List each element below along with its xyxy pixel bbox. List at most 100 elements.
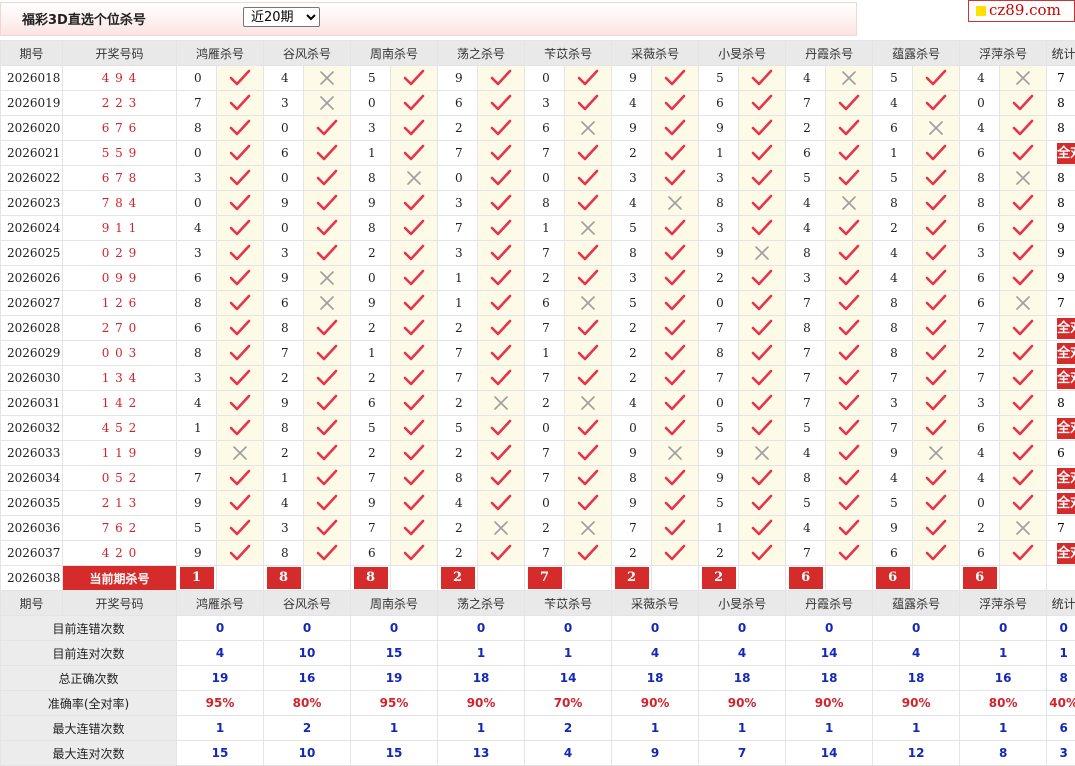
summary-value: 2 (525, 716, 612, 741)
header-expert[interactable]: 鸿雁杀号 (177, 41, 264, 66)
header-expert[interactable]: 鸿雁杀号 (177, 591, 264, 616)
stat-value: 6 (1057, 446, 1065, 460)
header-expert[interactable]: 丹霞杀号 (786, 41, 873, 66)
summary-value: 12 (873, 741, 960, 766)
kill-number-cell: 2 (960, 516, 1000, 541)
kill-number-cell: 0 (351, 266, 391, 291)
summary-label: 最大连对次数 (1, 741, 177, 766)
header-expert[interactable]: 荡之杀号 (438, 41, 525, 66)
kill-number-cell: 4 (438, 491, 478, 516)
header-stats: 统计 (1047, 41, 1075, 66)
kill-number-cell: 9 (264, 391, 304, 416)
issue-cell: 2026018 (1, 66, 63, 91)
kill-number-cell: 5 (351, 416, 391, 441)
check-icon (391, 241, 438, 266)
table-body: 期号开奖号码鸿雁杀号谷风杀号周南杀号荡之杀号苄苡杀号采薇杀号小旻杀号丹霞杀号蕴露… (1, 41, 1075, 766)
check-icon (826, 516, 873, 541)
kill-number-cell: 3 (960, 241, 1000, 266)
kill-number-cell: 5 (873, 166, 913, 191)
check-icon (652, 166, 699, 191)
summary-label: 准确率(全对率) (1, 691, 177, 716)
header-expert[interactable]: 苄苡杀号 (525, 41, 612, 66)
summary-value: 16 (960, 666, 1047, 691)
summary-value: 1 (177, 716, 264, 741)
issue-cell: 2026023 (1, 191, 63, 216)
check-icon (478, 166, 525, 191)
kill-number-cell: 9 (438, 66, 478, 91)
check-icon (217, 516, 264, 541)
check-icon (217, 466, 264, 491)
check-icon (826, 416, 873, 441)
kill-number-cell: 8 (873, 316, 913, 341)
check-icon (913, 341, 960, 366)
header-expert[interactable]: 小旻杀号 (699, 41, 786, 66)
kill-number-cell: 6 (960, 216, 1000, 241)
kill-number-cell: 9 (699, 116, 739, 141)
kill-number-cell: 3 (873, 391, 913, 416)
header-expert[interactable]: 采薇杀号 (612, 591, 699, 616)
period-select[interactable]: 近20期 (243, 7, 320, 27)
kill-number-cell: 3 (351, 116, 391, 141)
current-stat-cell (1047, 566, 1075, 591)
header-expert[interactable]: 荡之杀号 (438, 591, 525, 616)
site-logo[interactable]: cz89.com (968, 0, 1075, 22)
header-expert[interactable]: 谷风杀号 (264, 591, 351, 616)
draw-number-cell: 2 7 0 (63, 316, 177, 341)
header-expert[interactable]: 苄苡杀号 (525, 591, 612, 616)
draw-number-cell: 4 9 4 (63, 66, 177, 91)
current-empty-cell (826, 566, 873, 591)
header-expert[interactable]: 采薇杀号 (612, 41, 699, 66)
summary-value: 0 (525, 616, 612, 641)
draw-number-cell: 2 2 3 (63, 91, 177, 116)
header-expert[interactable]: 浮萍杀号 (960, 591, 1047, 616)
kill-number-cell: 5 (177, 516, 217, 541)
header-expert[interactable]: 蕴露杀号 (873, 591, 960, 616)
issue-cell: 2026036 (1, 516, 63, 541)
check-icon (217, 141, 264, 166)
kill-number-cell: 0 (612, 416, 652, 441)
kill-number-cell: 8 (177, 116, 217, 141)
issue-cell: 2026029 (1, 341, 63, 366)
kill-number-cell: 7 (351, 516, 391, 541)
kill-number-cell: 3 (438, 241, 478, 266)
kill-number-cell: 2 (351, 366, 391, 391)
header-expert[interactable]: 浮萍杀号 (960, 41, 1047, 66)
summary-value: 80% (960, 691, 1047, 716)
kill-number-cell: 8 (177, 341, 217, 366)
kill-number-cell: 0 (960, 91, 1000, 116)
kill-number-cell: 2 (264, 366, 304, 391)
issue-cell: 2026021 (1, 141, 63, 166)
summary-value: 15 (177, 741, 264, 766)
header-expert[interactable]: 周南杀号 (351, 591, 438, 616)
summary-value: 1 (438, 716, 525, 741)
header-expert[interactable]: 谷风杀号 (264, 41, 351, 66)
summary-value: 19 (177, 666, 264, 691)
check-icon (652, 141, 699, 166)
kill-number-cell: 6 (960, 541, 1000, 566)
stat-cell: 全对 (1047, 541, 1075, 566)
kill-number-cell: 9 (612, 441, 652, 466)
kill-number-cell: 0 (264, 216, 304, 241)
summary-value: 0 (960, 616, 1047, 641)
check-icon (826, 266, 873, 291)
check-icon (913, 391, 960, 416)
check-icon (652, 366, 699, 391)
stat-value: 7 (1057, 296, 1065, 310)
kill-number-cell: 9 (177, 441, 217, 466)
header-expert[interactable]: 小旻杀号 (699, 591, 786, 616)
kill-number-cell: 9 (873, 441, 913, 466)
table-row: 20260290 0 38717128782全对 (1, 341, 1075, 366)
check-icon (652, 316, 699, 341)
summary-value: 90% (438, 691, 525, 716)
header-expert[interactable]: 丹霞杀号 (786, 591, 873, 616)
check-icon (1000, 191, 1047, 216)
kill-number-cell: 6 (264, 291, 304, 316)
check-icon (391, 516, 438, 541)
draw-number-cell: 9 1 1 (63, 216, 177, 241)
summary-value: 7 (699, 741, 786, 766)
check-icon (304, 166, 351, 191)
header-expert[interactable]: 周南杀号 (351, 41, 438, 66)
kill-number-cell: 2 (612, 316, 652, 341)
header-expert[interactable]: 蕴露杀号 (873, 41, 960, 66)
check-icon (652, 216, 699, 241)
